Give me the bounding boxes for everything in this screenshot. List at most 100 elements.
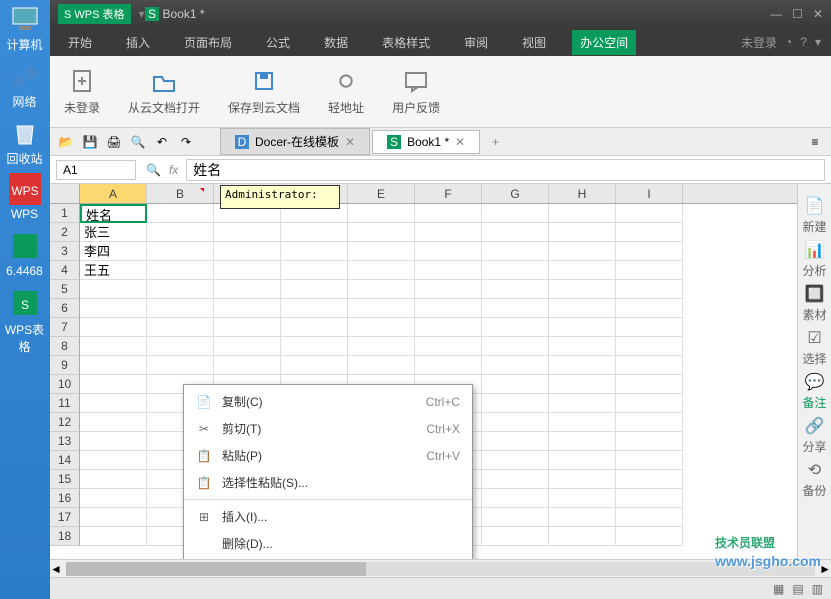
cell[interactable] — [80, 299, 147, 318]
cell[interactable] — [214, 356, 281, 375]
row-header[interactable]: 17 — [50, 508, 80, 527]
cell[interactable] — [147, 337, 214, 356]
menu-layout[interactable]: 页面布局 — [176, 30, 240, 55]
cell[interactable] — [281, 242, 348, 261]
cell[interactable] — [549, 223, 616, 242]
menu-insert[interactable]: 插入 — [118, 30, 158, 55]
cell[interactable] — [80, 318, 147, 337]
cell[interactable] — [482, 489, 549, 508]
cell[interactable] — [348, 223, 415, 242]
cell[interactable] — [348, 242, 415, 261]
menu-dropdown-icon[interactable]: ▾ — [815, 35, 821, 49]
cm-paste[interactable]: 📋粘贴(P)Ctrl+V — [184, 442, 472, 469]
cell[interactable] — [482, 451, 549, 470]
col-header-I[interactable]: I — [616, 184, 683, 203]
help-icon[interactable]: ? — [800, 35, 807, 49]
cell[interactable] — [281, 318, 348, 337]
cell[interactable]: 李四 — [80, 242, 147, 261]
cell[interactable]: 王五 — [80, 261, 147, 280]
cell[interactable] — [415, 299, 482, 318]
cell[interactable] — [616, 451, 683, 470]
row-header[interactable]: 16 — [50, 489, 80, 508]
cell[interactable] — [80, 356, 147, 375]
cell[interactable] — [348, 261, 415, 280]
cell[interactable] — [482, 356, 549, 375]
row-header[interactable]: 8 — [50, 337, 80, 356]
cell[interactable] — [549, 280, 616, 299]
cell[interactable] — [616, 204, 683, 223]
col-header-E[interactable]: E — [348, 184, 415, 203]
view-page-icon[interactable]: ▤ — [792, 582, 803, 596]
cell[interactable] — [616, 337, 683, 356]
cell[interactable] — [80, 470, 147, 489]
cell[interactable] — [80, 413, 147, 432]
maximize-button[interactable]: ☐ — [792, 7, 803, 21]
qat-save-icon[interactable]: 💾 — [80, 132, 100, 152]
cell[interactable] — [415, 356, 482, 375]
row-header[interactable]: 3 — [50, 242, 80, 261]
formula-input[interactable] — [186, 159, 825, 181]
qat-preview-icon[interactable]: 🔍 — [128, 132, 148, 152]
close-button[interactable]: ✕ — [813, 7, 823, 21]
ribbon-light-url[interactable]: 轻地址 — [324, 63, 368, 120]
row-header[interactable]: 4 — [50, 261, 80, 280]
cell[interactable] — [147, 299, 214, 318]
side-new[interactable]: 📄新建 — [800, 194, 830, 236]
cell[interactable] — [281, 261, 348, 280]
side-notes[interactable]: 💬备注 — [800, 370, 830, 412]
cell[interactable] — [549, 432, 616, 451]
desktop-icon-network[interactable]: 网络 — [2, 59, 47, 114]
cell[interactable] — [549, 451, 616, 470]
horizontal-scroll[interactable]: ◄ ► — [50, 559, 831, 577]
cell[interactable] — [214, 223, 281, 242]
cell[interactable] — [482, 508, 549, 527]
fx-search-icon[interactable]: 🔍 — [146, 163, 161, 177]
tab-book1[interactable]: S Book1 * ✕ — [372, 130, 480, 154]
cell[interactable] — [80, 394, 147, 413]
cell[interactable] — [482, 394, 549, 413]
skin-icon[interactable]: ◔ — [785, 35, 792, 49]
menu-workspace[interactable]: 办公空间 — [572, 30, 636, 55]
cell[interactable] — [549, 261, 616, 280]
side-analyze[interactable]: 📊分析 — [800, 238, 830, 280]
desktop-icon-version[interactable]: 6.4468 — [2, 230, 47, 285]
menu-data[interactable]: 数据 — [316, 30, 356, 55]
side-share[interactable]: 🔗分享 — [800, 414, 830, 456]
cell[interactable] — [549, 489, 616, 508]
cell[interactable] — [616, 413, 683, 432]
cell[interactable] — [616, 527, 683, 546]
qat-list-icon[interactable]: ≡ — [805, 132, 825, 152]
cell[interactable] — [616, 223, 683, 242]
cell[interactable] — [482, 432, 549, 451]
spreadsheet-grid[interactable]: A B C D E F G H I 1姓名2张三3李四4王五5678910111… — [50, 184, 797, 559]
cell[interactable] — [415, 242, 482, 261]
qat-open-icon[interactable]: 📂 — [56, 132, 76, 152]
col-header-H[interactable]: H — [549, 184, 616, 203]
cell[interactable] — [482, 204, 549, 223]
menu-review[interactable]: 审阅 — [456, 30, 496, 55]
cell[interactable] — [616, 261, 683, 280]
cell[interactable] — [482, 470, 549, 489]
cell[interactable] — [214, 299, 281, 318]
scroll-thumb[interactable] — [66, 562, 366, 576]
name-box[interactable] — [56, 160, 136, 180]
cell[interactable] — [616, 356, 683, 375]
cell[interactable] — [549, 242, 616, 261]
side-backup[interactable]: ⟲备份 — [800, 458, 830, 500]
cell[interactable] — [549, 356, 616, 375]
cell[interactable] — [549, 299, 616, 318]
ribbon-save-cloud[interactable]: 保存到云文档 — [224, 63, 304, 120]
cm-copy[interactable]: 📄复制(C)Ctrl+C — [184, 388, 472, 415]
cell[interactable] — [482, 413, 549, 432]
cell[interactable]: 姓名 — [80, 204, 147, 223]
cell[interactable] — [281, 356, 348, 375]
scroll-left-icon[interactable]: ◄ — [50, 562, 62, 576]
cell[interactable] — [616, 489, 683, 508]
cell[interactable] — [549, 413, 616, 432]
cell[interactable] — [281, 223, 348, 242]
row-header[interactable]: 10 — [50, 375, 80, 394]
cell[interactable] — [415, 337, 482, 356]
cell[interactable] — [214, 318, 281, 337]
cell[interactable] — [80, 432, 147, 451]
desktop-icon-recycle[interactable]: 回收站 — [2, 116, 47, 171]
